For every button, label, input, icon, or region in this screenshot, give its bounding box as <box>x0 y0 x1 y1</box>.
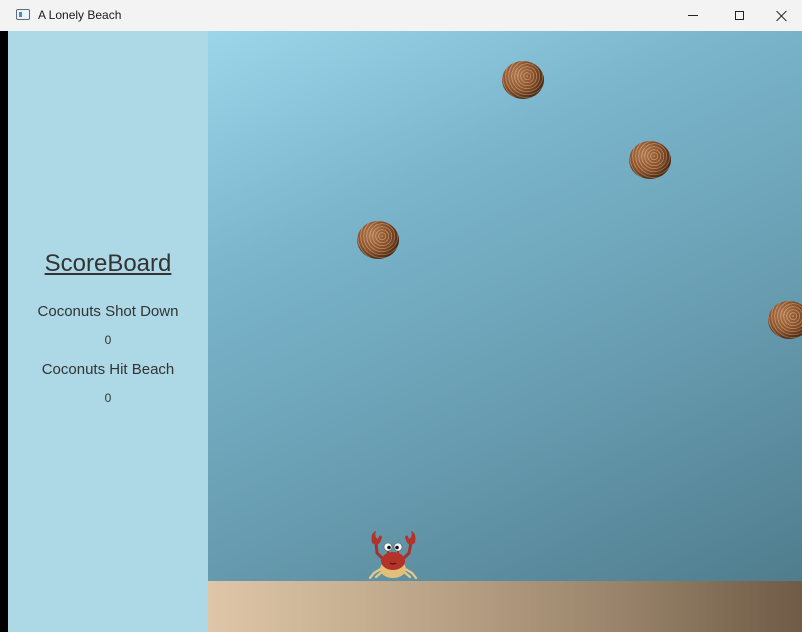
maximize-button[interactable] <box>716 0 762 31</box>
coconut-icon[interactable] <box>768 301 802 339</box>
game-canvas[interactable] <box>208 31 802 581</box>
coconut-icon[interactable] <box>357 221 399 259</box>
minimize-icon <box>688 15 698 16</box>
scoreboard-panel: ScoreBoard Coconuts Shot Down 0 Coconuts… <box>8 31 208 632</box>
coconut-icon[interactable] <box>629 141 671 179</box>
title-bar[interactable]: A Lonely Beach <box>0 0 802 31</box>
close-icon <box>776 10 788 22</box>
minimize-button[interactable] <box>670 0 716 31</box>
hit-beach-value: 0 <box>104 391 112 405</box>
shot-down-label: Coconuts Shot Down <box>37 303 179 320</box>
window-left-edge <box>0 31 8 632</box>
window-title: A Lonely Beach <box>38 8 122 22</box>
hit-beach-label: Coconuts Hit Beach <box>41 361 175 378</box>
scoreboard-title: ScoreBoard <box>44 250 172 277</box>
app-icon <box>16 9 30 20</box>
maximize-icon <box>734 11 744 20</box>
crab-icon[interactable] <box>366 529 420 581</box>
close-button[interactable] <box>762 0 802 31</box>
coconut-icon[interactable] <box>502 61 544 99</box>
beach-sand <box>208 581 802 632</box>
shot-down-value: 0 <box>104 333 112 347</box>
